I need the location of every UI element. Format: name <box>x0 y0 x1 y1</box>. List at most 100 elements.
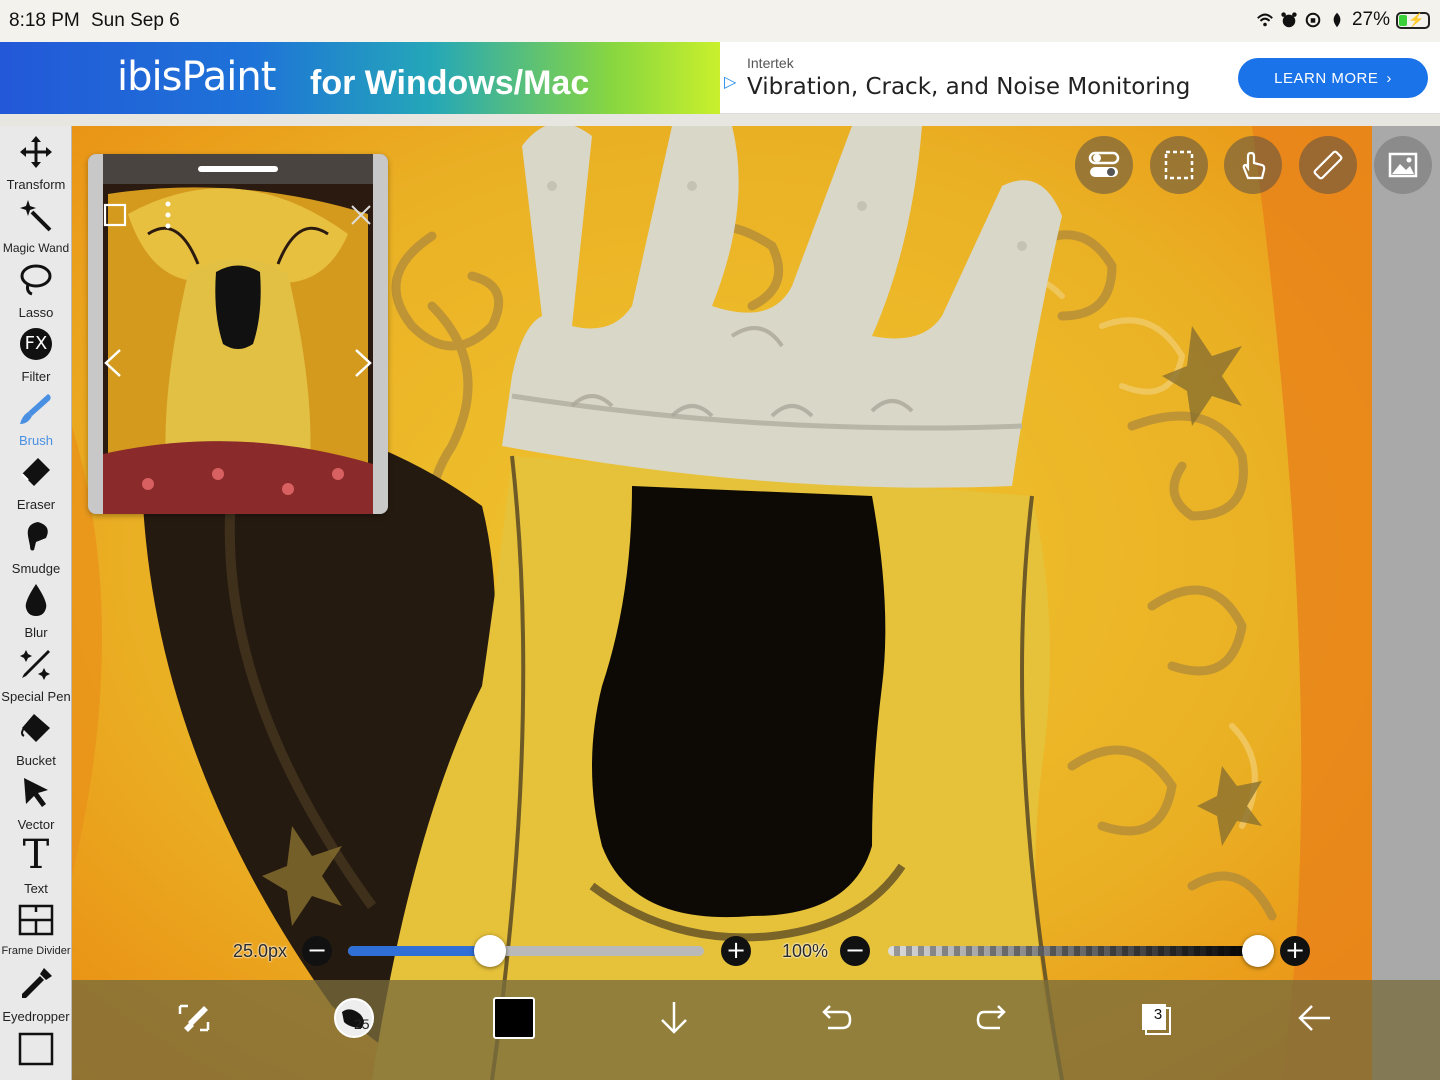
tool-blur[interactable]: Blur <box>0 578 71 642</box>
ad-tagline: for Windows/Mac <box>310 64 590 102</box>
app-top-border <box>0 114 1440 126</box>
down-arrow-button[interactable] <box>650 994 698 1042</box>
undo-icon <box>822 1005 852 1030</box>
battery-level <box>1399 14 1407 26</box>
layers-button[interactable]: 3 <box>1130 994 1178 1042</box>
tool-label: Magic Wand <box>2 241 70 255</box>
tool-text[interactable]: T Text <box>0 832 71 898</box>
ad-headline[interactable]: Vibration, Crack, and Noise Monitoring <box>747 74 1190 100</box>
reference-window[interactable] <box>88 154 388 514</box>
toggle-switch-icon <box>1088 151 1120 177</box>
down-arrow-icon <box>661 1002 687 1034</box>
opacity-label: 100% <box>782 941 829 961</box>
tool-label: Eraser <box>16 497 56 512</box>
cursor-arrow-icon <box>24 778 48 807</box>
opacity-thumb[interactable] <box>1242 935 1274 967</box>
right-panel <box>1372 126 1440 1080</box>
tool-label: Blur <box>24 625 48 640</box>
tool-label: Vector <box>17 817 55 832</box>
brush-preview-button[interactable]: 25 <box>330 994 378 1042</box>
bucket-icon <box>21 714 50 742</box>
tool-magic-wand[interactable]: Magic Wand <box>0 194 71 258</box>
status-date: Sun Sep 6 <box>91 10 180 31</box>
swap-brush-eraser-button[interactable] <box>170 994 218 1042</box>
checkbox-icon[interactable] <box>102 202 128 228</box>
tool-bucket[interactable]: Bucket <box>0 706 71 770</box>
slider-bar: 25.0px − + 100% − + <box>72 930 1372 972</box>
brush-size-increase-button[interactable]: + <box>721 936 751 966</box>
alarm-icon <box>1281 12 1297 28</box>
ruler-button[interactable] <box>1299 136 1357 194</box>
tool-sidebar: Transform Magic Wand Lasso FX Filter Bru… <box>0 126 72 1080</box>
brush-size-slider[interactable] <box>348 946 704 956</box>
undo-button[interactable] <box>810 994 858 1042</box>
reference-photo <box>88 154 388 514</box>
tool-filter[interactable]: FX Filter <box>0 322 71 386</box>
canvas-icon <box>18 1032 54 1066</box>
sparkle-pen-icon <box>20 650 50 680</box>
swap-brush-eraser-icon <box>178 1004 210 1032</box>
close-icon[interactable] <box>348 202 374 228</box>
status-time: 8:18 PM <box>9 10 80 31</box>
redo-button[interactable] <box>970 994 1018 1042</box>
chevron-right-icon[interactable] <box>348 346 378 380</box>
reference-image-button[interactable] <box>1374 136 1432 194</box>
opacity-slider[interactable] <box>888 946 1258 956</box>
brush-size-badge: 25 <box>354 1016 370 1032</box>
touch-hand-icon <box>1242 151 1266 180</box>
tool-brush[interactable]: Brush <box>0 386 71 450</box>
location-icon <box>1333 12 1341 28</box>
opacity-increase-button[interactable]: + <box>1280 936 1310 966</box>
brush-size-decrease-button[interactable]: − <box>302 936 332 966</box>
tool-eraser[interactable]: Eraser <box>0 450 71 514</box>
ad-choices-icon[interactable]: ▷ <box>724 72 736 92</box>
magic-wand-icon <box>20 200 52 232</box>
opacity-decrease-button[interactable]: − <box>840 936 870 966</box>
bottom-toolbar: 25 3 <box>72 980 1440 1080</box>
tool-label: Filter <box>21 369 51 384</box>
tool-label: Frame Divider <box>1 945 71 957</box>
rotation-lock-icon <box>1305 12 1321 28</box>
tool-label: Bucket <box>16 753 56 768</box>
tool-label: Special Pen <box>1 689 71 704</box>
touch-button[interactable] <box>1224 136 1282 194</box>
learn-more-label: LEARN MORE <box>1274 69 1379 87</box>
back-button[interactable] <box>1290 994 1338 1042</box>
selection-button[interactable] <box>1150 136 1208 194</box>
brush-size-label: 25.0px <box>233 941 288 961</box>
tool-label: Smudge <box>11 561 61 576</box>
tool-label: Transform <box>6 177 66 192</box>
opacity-fill <box>888 946 1258 956</box>
tool-eyedropper[interactable]: Eyedropper <box>0 962 71 1026</box>
ad-banner[interactable]: ibisPaint for Windows/Mac ▷ Intertek Vib… <box>0 42 1440 114</box>
ad-sponsor: Intertek <box>747 55 794 71</box>
chevron-right-icon: › <box>1386 69 1392 87</box>
toggle-switch-button[interactable] <box>1075 136 1133 194</box>
ad-image[interactable]: ibisPaint for Windows/Mac <box>0 42 720 114</box>
color-swatch-button[interactable] <box>490 994 538 1042</box>
smudge-icon <box>27 522 48 551</box>
eyedropper-icon <box>22 968 52 998</box>
tool-special-pen[interactable]: Special Pen <box>0 642 71 706</box>
color-swatch-icon <box>493 997 535 1039</box>
tool-lasso[interactable]: Lasso <box>0 258 71 322</box>
tool-transform[interactable]: Transform <box>0 130 71 194</box>
move-arrows-icon <box>20 136 52 168</box>
tool-smudge[interactable]: Smudge <box>0 514 71 578</box>
learn-more-button[interactable]: LEARN MORE › <box>1238 58 1428 98</box>
ad-logo: ibisPaint <box>117 54 276 100</box>
tool-frame-divider[interactable]: Frame Divider <box>0 898 71 962</box>
drag-handle[interactable] <box>198 166 278 172</box>
chevron-left-icon[interactable] <box>98 346 128 380</box>
battery-icon: ⚡ <box>1396 11 1430 29</box>
tool-canvas-partial[interactable] <box>0 1026 71 1080</box>
brush-size-fill <box>348 946 491 956</box>
more-vertical-icon[interactable] <box>158 198 178 232</box>
brush-size-thumb[interactable] <box>474 935 507 967</box>
text-icon: T <box>22 832 50 878</box>
tool-label: Eyedropper <box>2 1009 70 1024</box>
back-arrow-icon <box>1298 1005 1330 1031</box>
ruler-icon <box>1313 150 1343 180</box>
tool-vector[interactable]: Vector <box>0 770 71 834</box>
status-bar: 8:18 PM Sun Sep 6 27% ⚡ <box>0 0 1440 42</box>
